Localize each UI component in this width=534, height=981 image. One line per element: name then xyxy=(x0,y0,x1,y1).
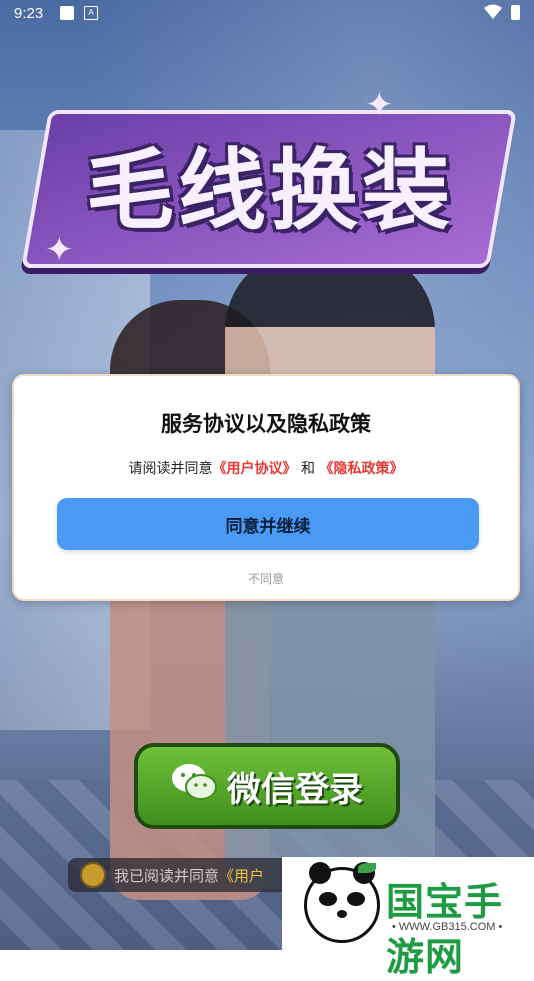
dialog-description: 请阅读并同意《用户协议》 和 《隐私政策》 xyxy=(14,458,518,478)
agreement-text: 我已阅读并同意 xyxy=(114,866,220,885)
privacy-dialog: 服务协议以及隐私政策 请阅读并同意《用户协议》 和 《隐私政策》 同意并继续 不… xyxy=(12,374,520,601)
user-agreement-link[interactable]: 《用户协议》 xyxy=(213,461,297,477)
dialog-desc-and: 和 xyxy=(301,461,315,477)
agreement-link[interactable]: 《用户 xyxy=(219,865,264,886)
game-title-logo: 毛线换装 xyxy=(85,139,454,242)
notification-icon xyxy=(60,6,74,20)
dialog-title: 服务协议以及隐私政策 xyxy=(161,412,371,436)
wechat-login-label: 微信登录 xyxy=(227,769,363,810)
watermark-url: • WWW.GB315.COM • xyxy=(392,921,503,933)
status-time: 9:23 xyxy=(14,5,44,22)
privacy-policy-link[interactable]: 《隐私政策》 xyxy=(319,461,403,477)
status-bar: 9:23 A xyxy=(0,0,534,28)
dialog-desc-prefix: 请阅读并同意 xyxy=(128,461,213,477)
sparkle-icon: ✦ xyxy=(365,85,394,125)
watermark: 国宝手游网 • WWW.GB315.COM • xyxy=(282,857,534,979)
wechat-login-button[interactable]: 微信登录 xyxy=(134,743,400,829)
app-notification-icon: A xyxy=(84,6,98,20)
wechat-icon xyxy=(171,762,217,811)
sparkle-icon: ✦ xyxy=(45,230,74,270)
leaf-icon xyxy=(358,863,376,873)
disagree-button[interactable]: 不同意 xyxy=(14,570,518,587)
battery-icon xyxy=(511,5,520,20)
agreement-checkbox-row[interactable]: 我已阅读并同意 《用户 xyxy=(68,858,308,892)
agreement-checkbox[interactable] xyxy=(80,862,106,888)
agree-continue-button[interactable]: 同意并继续 xyxy=(57,498,479,550)
panda-logo-icon xyxy=(304,862,380,943)
wifi-icon xyxy=(484,4,502,24)
